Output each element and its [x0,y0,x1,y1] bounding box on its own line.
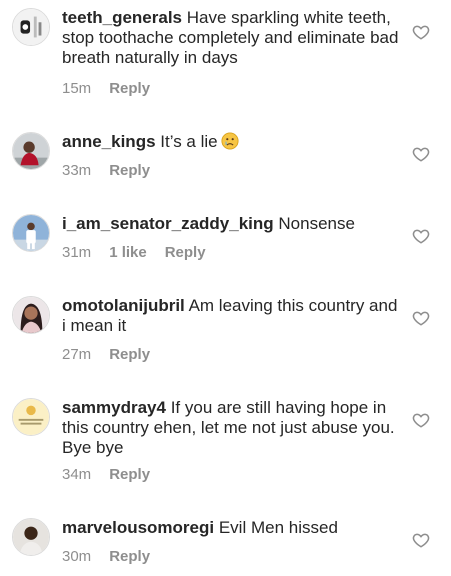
avatar[interactable] [12,214,50,252]
comment-meta: 30m Reply [62,548,150,565]
avatar[interactable] [12,296,50,334]
comment-text: i_am_senator_zaddy_king Nonsense [62,214,402,234]
like-heart-icon[interactable] [412,23,430,41]
comment-username[interactable]: omotolanijubril [62,296,185,315]
comment-time: 34m [62,466,92,483]
reply-button[interactable]: Reply [109,80,150,97]
avatar[interactable] [12,398,50,436]
comment-time: 31m [62,244,92,261]
comment-username[interactable]: marvelousomoregi [62,518,214,537]
like-heart-icon[interactable] [412,145,430,163]
comment-username[interactable]: anne_kings [62,132,156,151]
comment-text: omotolanijubril Am leaving this country … [62,296,402,336]
comment-time: 33m [62,162,92,179]
reply-button[interactable]: Reply [109,548,150,565]
comment-text: anne_kings It’s a lie [62,132,402,152]
comment-meta: 33m Reply [62,162,150,179]
comment-meta: 31m 1 like Reply [62,244,206,261]
comment-body: Evil Men hissed [218,518,338,537]
comment-username[interactable]: sammydray4 [62,398,166,417]
comment-text: marvelousomoregi Evil Men hissed [62,518,402,538]
comment-time: 15m [62,80,92,97]
likes-count[interactable]: 1 like [109,244,147,261]
reply-button[interactable]: Reply [109,346,150,363]
comment-username[interactable]: teeth_generals [62,8,182,27]
like-heart-icon[interactable] [412,309,430,327]
comment-time: 27m [62,346,92,363]
comment-text: sammydray4 If you are still having hope … [62,398,402,458]
like-heart-icon[interactable] [412,227,430,245]
comment-time: 30m [62,548,92,565]
reply-button[interactable]: Reply [109,466,150,483]
avatar[interactable] [12,8,50,46]
like-heart-icon[interactable] [412,531,430,549]
avatar[interactable] [12,132,50,170]
reply-button[interactable]: Reply [165,244,206,261]
comment-body: It’s a lie [160,132,218,151]
crying-face-emoji [221,132,239,150]
comment-meta: 27m Reply [62,346,150,363]
like-heart-icon[interactable] [412,411,430,429]
comment-username[interactable]: i_am_senator_zaddy_king [62,214,274,233]
avatar[interactable] [12,518,50,556]
comment-meta: 15m Reply [62,80,150,97]
reply-button[interactable]: Reply [109,162,150,179]
comment-body: Nonsense [278,214,355,233]
comment-meta: 34m Reply [62,466,150,483]
comment-text: teeth_generals Have sparkling white teet… [62,8,402,68]
